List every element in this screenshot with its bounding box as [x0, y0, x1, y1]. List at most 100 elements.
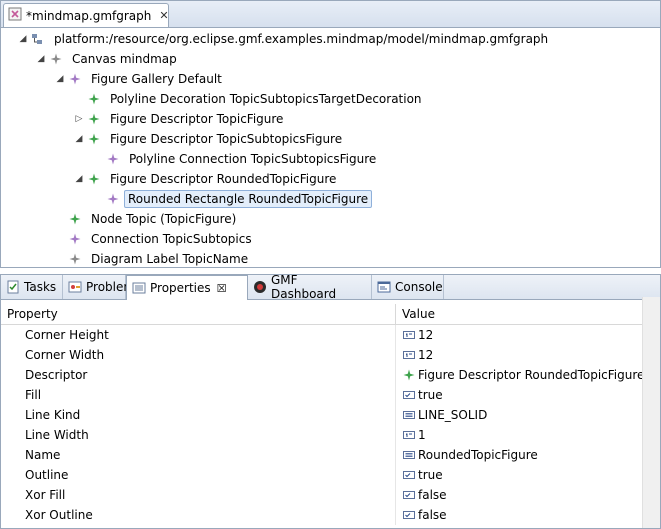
tab-properties[interactable]: Properties ☒	[126, 275, 248, 300]
properties-header: Property Value	[1, 304, 660, 325]
property-value-cell[interactable]: false	[396, 505, 660, 525]
element-green-icon	[87, 112, 101, 126]
bool-value-icon	[402, 388, 416, 402]
collapse-arrow-icon[interactable]: ◢	[17, 29, 29, 49]
element-purple-icon	[68, 72, 82, 86]
property-value-cell[interactable]: true	[396, 465, 660, 485]
property-value: 1	[418, 428, 426, 442]
collapse-arrow-icon[interactable]: ◢	[54, 69, 66, 89]
property-value: true	[418, 468, 443, 482]
bool-value-icon	[402, 508, 416, 522]
bool-value-icon	[402, 488, 416, 502]
property-row[interactable]: Fill true	[1, 385, 660, 405]
tab-problems[interactable]: Problems	[63, 275, 141, 299]
element-purple-icon	[106, 152, 120, 166]
vertical-scrollbar[interactable]	[642, 297, 660, 528]
editor-tab-label: *mindmap.gmfgraph	[26, 8, 152, 23]
property-name: Corner Width	[1, 345, 396, 365]
value-column-header[interactable]: Value	[396, 304, 660, 324]
tree-item-label: Polyline Decoration TopicSubtopicsTarget…	[110, 92, 422, 106]
resource-icon	[31, 32, 45, 46]
tree-item-label: platform:/resource/org.eclipse.gmf.examp…	[54, 32, 549, 46]
element-green-icon	[87, 132, 101, 146]
property-row[interactable]: Line Width 1	[1, 425, 660, 445]
property-value: Figure Descriptor RoundedTopicFigure	[418, 368, 645, 382]
tree-item[interactable]: ◢ Figure Gallery Default	[54, 69, 227, 89]
properties-icon	[132, 281, 146, 295]
property-value-cell[interactable]: LINE_SOLID	[396, 405, 660, 425]
expand-arrow-icon[interactable]: ▷	[73, 109, 85, 129]
num-value-icon	[402, 328, 416, 342]
property-value: RoundedTopicFigure	[418, 448, 538, 462]
property-value-cell[interactable]: 12	[396, 345, 660, 365]
property-row[interactable]: Descriptor Figure Descriptor RoundedTopic…	[1, 365, 660, 385]
element-green-icon	[87, 92, 101, 106]
property-name: Fill	[1, 385, 396, 405]
tree-item[interactable]: ◢ Figure Descriptor RoundedTopicFigure	[73, 169, 341, 189]
tree-item-label: Rounded Rectangle RoundedTopicFigure	[124, 190, 373, 208]
property-row[interactable]: Name RoundedTopicFigure	[1, 445, 660, 465]
element-gray-icon	[49, 52, 63, 66]
collapse-arrow-icon[interactable]: ◢	[35, 49, 47, 69]
tree-item[interactable]: ◢ platform:/resource/org.eclipse.gmf.exam…	[17, 29, 553, 49]
property-name: Xor Outline	[1, 505, 396, 525]
property-value: 12	[418, 348, 434, 362]
property-value-cell[interactable]: true	[396, 385, 660, 405]
tree-item-label: Diagram Label TopicName	[91, 252, 249, 266]
tab-tasks[interactable]: Tasks	[1, 275, 63, 299]
property-name: Xor Fill	[1, 485, 396, 505]
property-value-cell[interactable]: 1	[396, 425, 660, 445]
collapse-arrow-icon[interactable]: ◢	[73, 169, 85, 189]
tree-item[interactable]: ◢ Figure Descriptor TopicSubtopicsFigure	[73, 129, 347, 149]
gmfgraph-file-icon	[8, 7, 22, 24]
tab-label: GMF Dashboard	[271, 273, 337, 301]
property-value: false	[418, 488, 447, 502]
element-gray-icon	[68, 252, 82, 266]
num-value-icon	[402, 348, 416, 362]
property-value-cell[interactable]: 12	[396, 325, 660, 345]
editor-tab-mindmap[interactable]: *mindmap.gmfgraph ✕	[3, 3, 169, 27]
property-name: Descriptor	[1, 365, 396, 385]
property-row[interactable]: Outline true	[1, 465, 660, 485]
tree-item[interactable]: Polyline Connection TopicSubtopicsFigure	[92, 149, 381, 169]
tree-item[interactable]: Rounded Rectangle RoundedTopicFigure	[92, 189, 373, 209]
enum-value-icon	[402, 408, 416, 422]
property-column-header[interactable]: Property	[1, 304, 396, 324]
property-value-cell[interactable]: Figure Descriptor RoundedTopicFigure	[396, 365, 660, 385]
tree-item[interactable]: Diagram Label TopicName	[54, 249, 253, 269]
property-value-cell[interactable]: false	[396, 485, 660, 505]
tree-item-label: Canvas mindmap	[72, 52, 177, 66]
properties-table: Property Value Corner Height 12 Corner Wid…	[1, 304, 660, 528]
element-green-icon	[68, 212, 82, 226]
tree-item[interactable]: Polyline Decoration TopicSubtopicsTarget…	[73, 89, 427, 109]
collapse-arrow-icon[interactable]: ◢	[73, 129, 85, 149]
close-icon[interactable]: ✕	[159, 9, 168, 22]
tree-item[interactable]: ▷ Figure Descriptor TopicFigure	[73, 109, 288, 129]
close-icon[interactable]: ☒	[217, 282, 227, 295]
bool-value-icon	[402, 468, 416, 482]
tasks-icon	[6, 280, 20, 294]
property-row[interactable]: Corner Height 12	[1, 325, 660, 345]
property-value: LINE_SOLID	[418, 408, 488, 422]
property-value-cell[interactable]: RoundedTopicFigure	[396, 445, 660, 465]
tree-item[interactable]: Connection TopicSubtopics	[54, 229, 257, 249]
property-row[interactable]: Xor Outline false	[1, 505, 660, 525]
tab-console[interactable]: Console	[372, 275, 444, 299]
tree-item-label: Figure Descriptor TopicSubtopicsFigure	[110, 132, 343, 146]
tree-item[interactable]: Node Topic (TopicFigure)	[54, 209, 241, 229]
tab-gmf-dashboard[interactable]: GMF Dashboard	[248, 273, 372, 301]
tree-item-label: Figure Descriptor TopicFigure	[110, 112, 284, 126]
property-row[interactable]: Xor Fill false	[1, 485, 660, 505]
tab-label: Tasks	[24, 280, 57, 294]
element-purple-icon	[68, 232, 82, 246]
enum-value-icon	[402, 448, 416, 462]
property-row[interactable]: Corner Width 12	[1, 345, 660, 365]
property-value: false	[418, 508, 447, 522]
property-row[interactable]: Line Kind LINE_SOLID	[1, 405, 660, 425]
problems-icon	[68, 280, 82, 294]
tree-item-label: Figure Gallery Default	[91, 72, 222, 86]
tree-item[interactable]: ◢ Canvas mindmap	[35, 49, 182, 69]
tab-label: Console	[395, 280, 443, 294]
property-value: true	[418, 388, 443, 402]
element-purple-icon	[106, 192, 120, 206]
